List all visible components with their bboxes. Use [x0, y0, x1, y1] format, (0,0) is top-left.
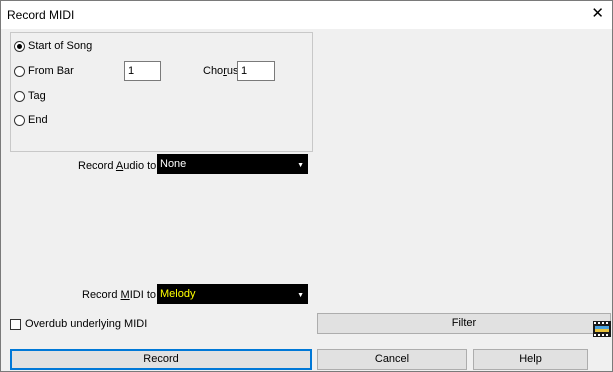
window-title: Record MIDI — [7, 8, 75, 22]
radio-end[interactable]: End — [14, 114, 48, 126]
filter-button[interactable]: Filter — [317, 313, 611, 334]
record-audio-label: Record Audio to: — [78, 160, 160, 172]
radio-tag[interactable]: Tag — [14, 90, 46, 102]
from-bar-input[interactable]: 1 — [124, 61, 161, 81]
dropdown-value: Melody — [160, 288, 196, 300]
chorus-label: Chorus — [203, 65, 239, 77]
radio-label: Tag — [28, 90, 46, 102]
radio-from-bar[interactable]: From Bar — [14, 65, 74, 77]
record-midi-dropdown[interactable]: Melody ▼ — [157, 284, 308, 304]
radio-label: Start of Song — [28, 40, 93, 52]
radio-label: From Bar — [28, 65, 74, 77]
dialog-body: Start of Song From Bar 1 Chorus 1 Tag En… — [1, 29, 612, 371]
chorus-input[interactable]: 1 — [237, 61, 275, 81]
radio-start-of-song[interactable]: Start of Song — [14, 40, 92, 52]
record-midi-label: Record MIDI to: — [82, 289, 160, 301]
close-icon[interactable]: ✕ — [591, 5, 604, 23]
dropdown-value: None — [160, 158, 187, 170]
radio-unchecked-icon — [14, 65, 25, 77]
checkbox-label: Overdub underlying MIDI — [25, 318, 148, 330]
radio-label: End — [28, 114, 48, 126]
help-button[interactable]: Help — [473, 349, 588, 370]
radio-unchecked-icon — [14, 114, 25, 126]
record-button[interactable]: Record — [10, 349, 312, 370]
radio-checked-icon — [14, 40, 25, 52]
title-bar: Record MIDI ✕ — [1, 1, 612, 29]
overdub-checkbox[interactable]: Overdub underlying MIDI — [10, 318, 147, 330]
chevron-down-icon: ▼ — [297, 292, 304, 299]
record-audio-dropdown[interactable]: None ▼ — [157, 154, 308, 174]
film-icon[interactable] — [593, 321, 611, 337]
cancel-button[interactable]: Cancel — [317, 349, 467, 370]
chevron-down-icon: ▼ — [297, 162, 304, 169]
record-midi-dialog: Record MIDI ✕ Start of Song From Bar 1 C… — [0, 0, 613, 372]
radio-unchecked-icon — [14, 90, 25, 102]
checkbox-icon — [10, 318, 21, 330]
